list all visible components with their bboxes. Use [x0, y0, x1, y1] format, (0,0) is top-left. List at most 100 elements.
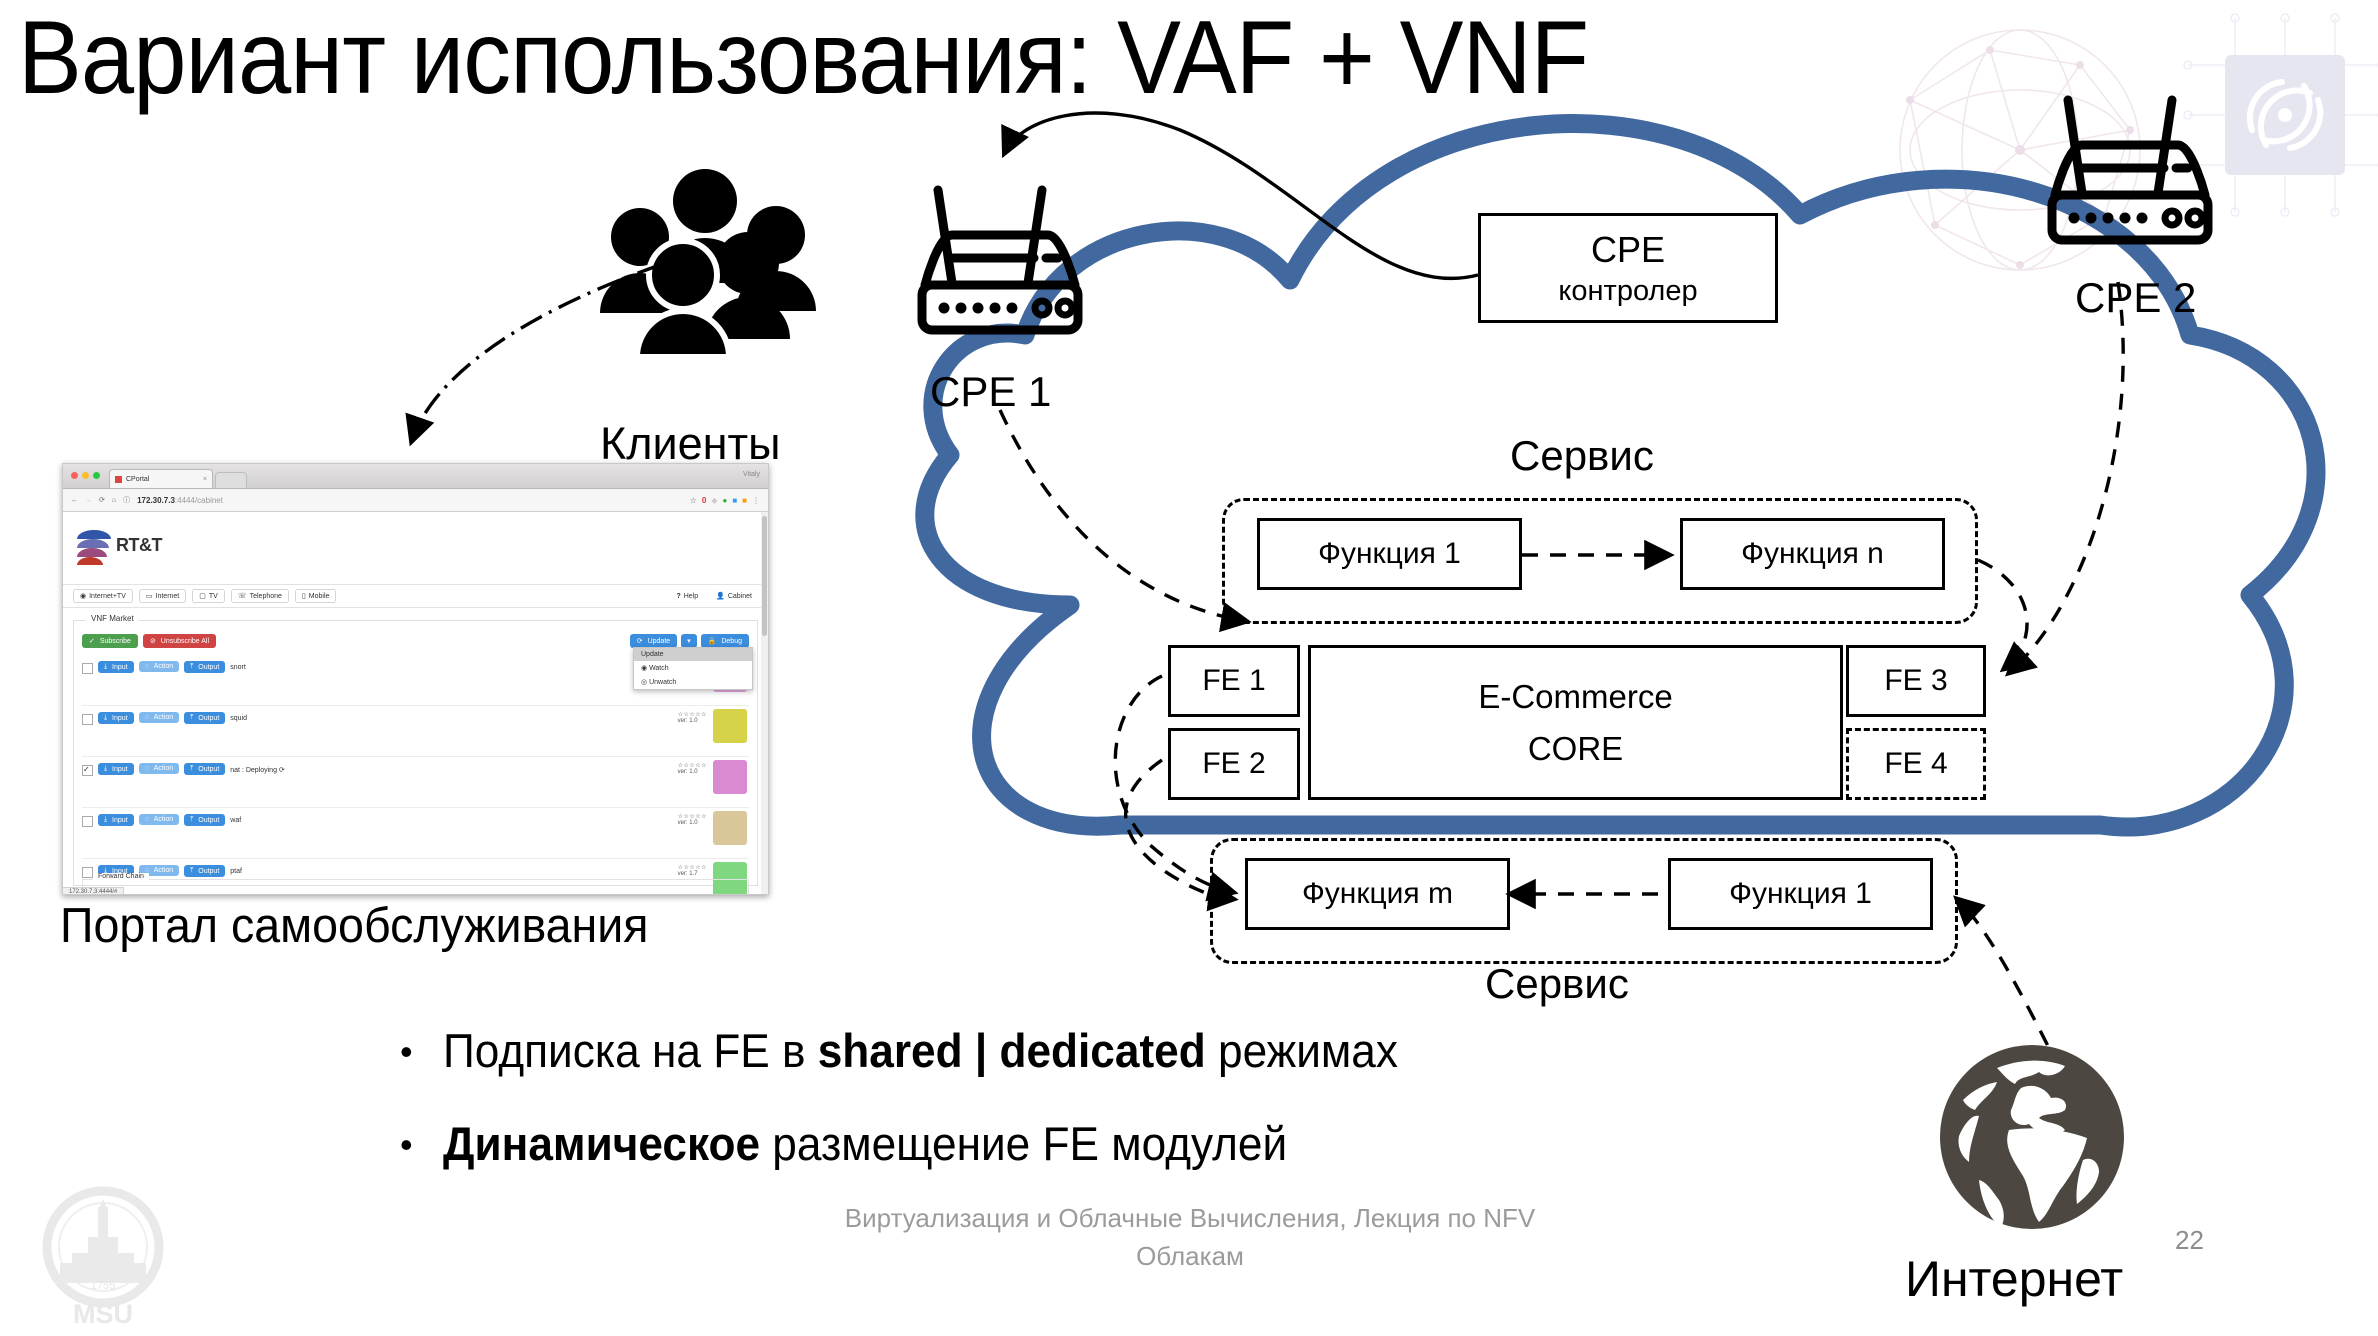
bullet-marker: • [400, 1031, 413, 1072]
toolbar-right-group[interactable]: ⟳ Update ▾ 🔒 Debug [629, 634, 749, 648]
dropdown-item-watch[interactable]: ◉ Watch [634, 661, 752, 675]
version-label: ver: 1.0 [677, 820, 698, 826]
vnf-name: snort [230, 664, 246, 671]
slide-canvas: 1755 MSU Вариант использования: VAF + VN… [0, 0, 2378, 1336]
page-number: 22 [2175, 1225, 2204, 1255]
notification-badge-icon[interactable]: 0 [702, 496, 706, 505]
footer-line-1: Виртуализация и Облачные Вычисления, Лек… [844, 1203, 1536, 1233]
bullet-text: Подписка на FE в shared | dedicated режи… [443, 1024, 1398, 1078]
bullet-list: • Подписка на FE в shared | dedicated ре… [400, 1024, 1720, 1210]
url-text[interactable]: 172.30.7.3:4444/cabinet [137, 496, 683, 505]
update-dropdown-menu[interactable]: Update ◉ Watch ◎ Unwatch [633, 647, 753, 690]
url-bar-icons[interactable]: ☆ 0 ◆ ● ■ ■ ⋮ [690, 496, 760, 505]
nav-item-telephone[interactable]: ☏ Telephone [230, 589, 289, 603]
home-icon[interactable]: ⌂ [112, 497, 116, 504]
unsubscribe-all-button[interactable]: ⊘ Unsubscribe All [142, 634, 217, 648]
action-button[interactable]: ◌ Action [138, 712, 180, 723]
forward-chain-row: CPE ⏭ nat × ⏭ Internet [83, 894, 748, 895]
row-checkbox[interactable] [82, 765, 93, 776]
extension-icon-3[interactable]: ■ [732, 496, 737, 505]
output-button[interactable]: ⤒ Output [184, 814, 226, 826]
debug-button[interactable]: 🔒 Debug [700, 634, 749, 648]
slide-footer: Виртуализация и Облачные Вычисления, Лек… [740, 1200, 1640, 1275]
bullet-marker: • [400, 1123, 413, 1165]
nav-item-internet-tv[interactable]: ◉ Internet+TV [73, 589, 133, 603]
table-row[interactable]: ⤓ Input ◌ Action ⤒ Output waf ☆☆☆☆☆ ver:… [82, 808, 749, 859]
nav-item-internet[interactable]: ▭ Internet [138, 589, 187, 603]
row-checkbox[interactable] [82, 816, 93, 827]
portal-nav[interactable]: ◉ Internet+TV ▭ Internet ▢ TV ☏ Telephone ▯ M… [63, 584, 768, 608]
input-button[interactable]: ⤓ Input [98, 661, 134, 673]
forward-icon[interactable]: → [85, 497, 92, 504]
vnf-avatar [713, 760, 747, 794]
nav-label: Mobile [308, 592, 330, 600]
bullet-text-part: режимах [1205, 1024, 1398, 1077]
update-button[interactable]: ⟳ Update [629, 634, 678, 648]
browser-url-bar[interactable]: ← → ⟳ ⌂ ⓘ 172.30.7.3:4444/cabinet ☆ 0 ◆ … [63, 489, 768, 512]
dropdown-item-update[interactable]: Update [634, 648, 752, 661]
browser-menu-icon[interactable]: ⋮ [752, 496, 760, 505]
update-caret-button[interactable]: ▾ [681, 634, 697, 648]
row-checkbox[interactable] [82, 714, 93, 725]
action-button[interactable]: ◌ Action [138, 763, 180, 774]
table-row[interactable]: ⤓ Input ◌ Action ⤒ Output nat : Deployin… [82, 757, 749, 808]
nav-item-help[interactable]: ? Help [670, 590, 705, 602]
output-button[interactable]: ⤒ Output [184, 661, 226, 673]
row-checkbox[interactable] [82, 663, 93, 674]
debug-label: Debug [721, 637, 742, 645]
browser-tab[interactable]: CPortal × [109, 469, 213, 488]
page-scrollbar[interactable] [761, 512, 768, 894]
action-button[interactable]: ◌ Action [138, 661, 180, 672]
bullet-text-bold: Динамическое [442, 1116, 760, 1170]
globe-icon: ◉ [80, 593, 87, 600]
portal-caption: Портал самообслуживания [60, 899, 649, 953]
output-button[interactable]: ⤒ Output [184, 763, 226, 775]
mobile-icon: ▯ [301, 593, 306, 600]
vnf-avatar [713, 811, 747, 845]
bookmark-star-icon[interactable]: ☆ [690, 496, 697, 505]
dropdown-item-unwatch[interactable]: ◎ Unwatch [634, 675, 752, 689]
nav-right-group[interactable]: ? Help 👤 Cabinet [670, 590, 758, 602]
vnf-name: waf [230, 817, 242, 824]
input-button[interactable]: ⤓ Input [98, 814, 134, 826]
phone-icon: ☏ [237, 593, 247, 600]
output-button[interactable]: ⤒ Output [184, 712, 226, 724]
back-icon[interactable]: ← [71, 497, 78, 504]
input-button[interactable]: ⤓ Input [98, 763, 134, 775]
list-item: • Подписка на FE в shared | dedicated ре… [400, 1024, 1720, 1078]
row-meta: ☆☆☆☆☆ ver: 1.0 [678, 711, 707, 724]
extension-icon-2[interactable]: ● [722, 496, 727, 505]
subscribe-button[interactable]: ✓ Subscribe [82, 634, 138, 648]
extension-icon-4[interactable]: ■ [742, 496, 747, 505]
nav-item-cabinet[interactable]: 👤 Cabinet [710, 590, 758, 602]
version-label: ver: 1.0 [677, 769, 698, 775]
tab-close-icon[interactable]: × [203, 476, 207, 483]
maximize-window-dot[interactable] [93, 472, 100, 479]
forward-chain-panel: Forward Chain CPE ⏭ nat × ⏭ [82, 873, 749, 895]
version-label: ver: 1.0 [677, 718, 698, 724]
monitor-icon: ▭ [145, 593, 153, 600]
vnf-avatar [713, 709, 747, 743]
nav-item-mobile[interactable]: ▯ Mobile [294, 589, 337, 603]
site-info-icon[interactable]: ⓘ [123, 495, 130, 505]
close-window-dot[interactable] [71, 472, 78, 479]
self-service-portal-screenshot[interactable]: CPortal × Vitaly ← → ⟳ ⌂ ⓘ 172.30.7.3:44… [62, 463, 769, 895]
output-button[interactable]: ⤒ Output [184, 865, 226, 877]
vnf-name: nat : Deploying ⟳ [230, 767, 285, 774]
footer-line-2: Облакам [1136, 1240, 1244, 1271]
reload-icon[interactable]: ⟳ [99, 496, 105, 504]
minimize-window-dot[interactable] [82, 472, 89, 479]
table-row[interactable]: ⤓ Input ◌ Action ⤒ Output squid ☆☆☆☆☆ ve… [82, 706, 749, 757]
input-button[interactable]: ⤓ Input [98, 712, 134, 724]
scrollbar-thumb[interactable] [762, 516, 767, 636]
extension-icon-1[interactable]: ◆ [711, 496, 717, 505]
nav-item-tv[interactable]: ▢ TV [192, 589, 225, 603]
bullet-text: Динамическое размещение FE модулей [442, 1116, 1287, 1171]
browser-profile-name[interactable]: Vitaly [743, 471, 760, 478]
action-button[interactable]: ◌ Action [138, 814, 180, 825]
new-tab-button[interactable] [215, 472, 247, 488]
portal-page: RT&T ◉ Internet+TV ▭ Internet ▢ TV ☏ Telepho… [63, 512, 768, 895]
nav-label: Internet [155, 592, 180, 600]
window-controls[interactable] [71, 472, 100, 479]
row-checkbox[interactable] [82, 867, 93, 878]
